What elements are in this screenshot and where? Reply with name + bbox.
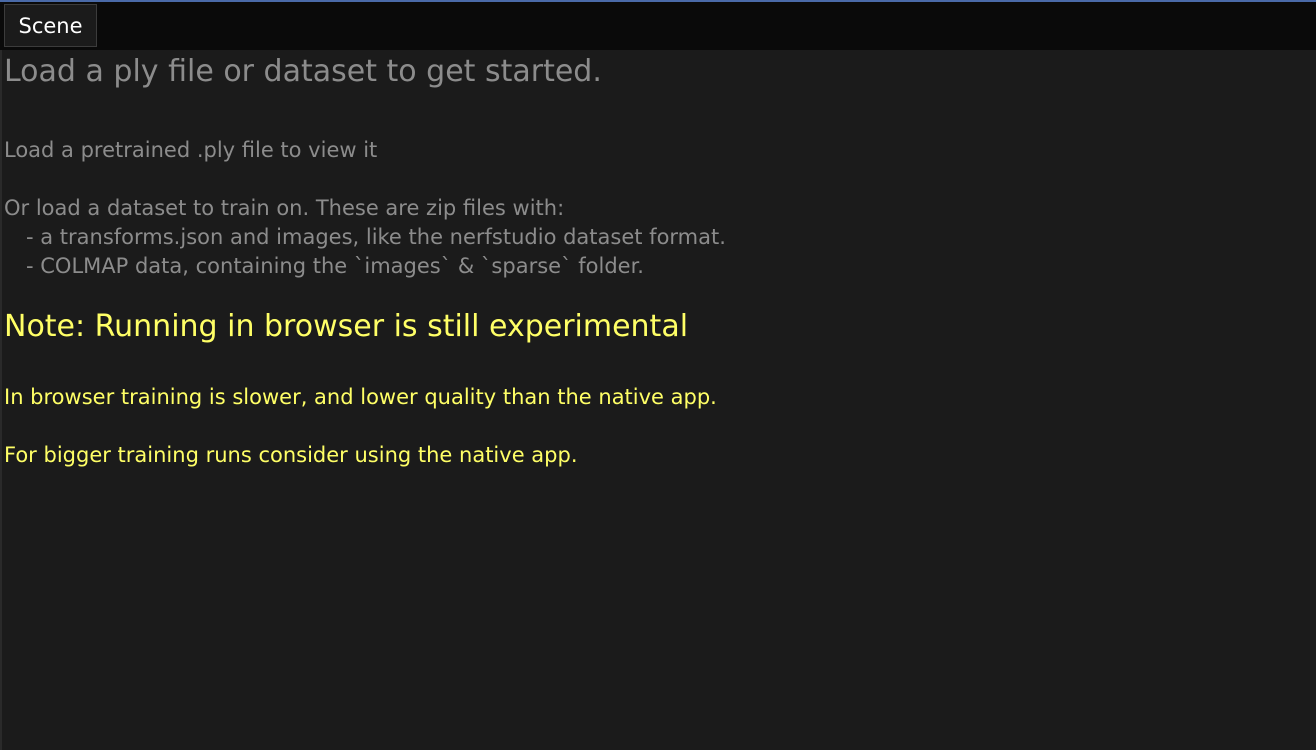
- get-started-heading: Load a ply file or dataset to get starte…: [4, 54, 602, 89]
- list-item: - COLMAP data, containing the `images` &…: [26, 254, 644, 278]
- tab-scene[interactable]: Scene: [4, 4, 97, 47]
- native-app-recommendation: For bigger training runs consider using …: [4, 443, 578, 467]
- tab-bar: Scene: [0, 2, 1316, 50]
- ply-instructions: Load a pretrained .ply file to view it: [4, 138, 378, 162]
- browser-training-note: In browser training is slower, and lower…: [4, 385, 717, 409]
- window-left-border: [0, 2, 2, 750]
- list-item: - a transforms.json and images, like the…: [26, 225, 726, 249]
- dataset-instructions: Or load a dataset to train on. These are…: [4, 196, 565, 220]
- experimental-note-heading: Note: Running in browser is still experi…: [4, 309, 689, 344]
